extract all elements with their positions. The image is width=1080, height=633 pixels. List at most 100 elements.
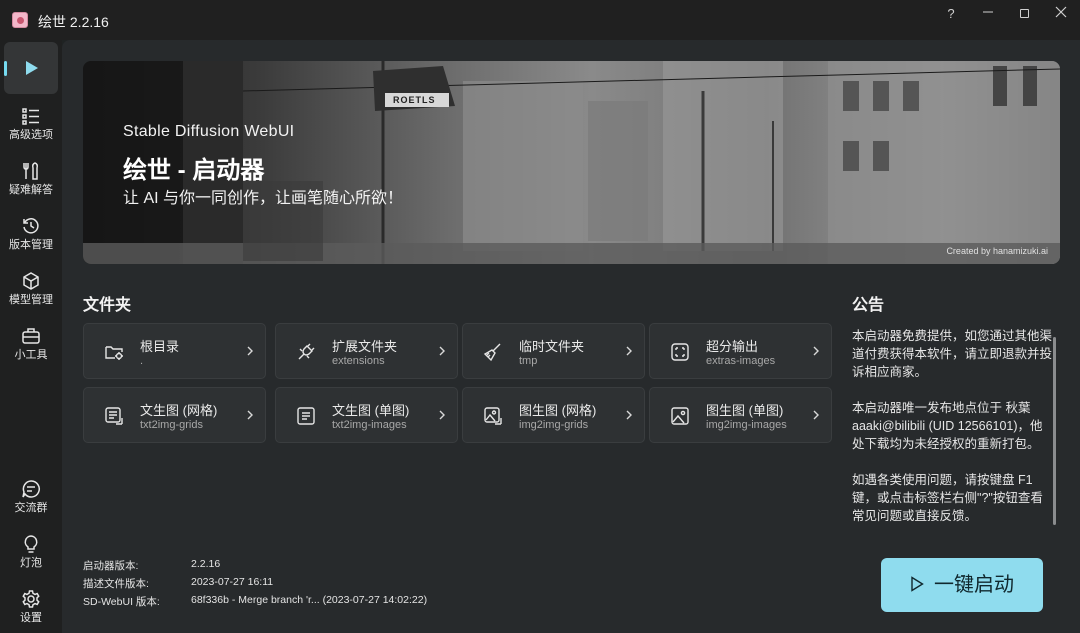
hero-banner: Stable Diffusion WebUI 绘世 - 启动器 让 AI 与你一… [83, 61, 1060, 264]
folder-card-img2img-images[interactable]: 图生图 (单图) img2img-images [649, 387, 832, 443]
notice-paragraph: 如遇各类使用问题，请按键盘 F1 键，或点击标签栏右侧"?"按钮查看常见问题或直… [852, 473, 1043, 523]
sidebar-item-label: 高级选项 [9, 129, 53, 141]
sidebar-item-versions[interactable]: 版本管理 [4, 208, 58, 260]
chevron-right-icon [813, 410, 819, 420]
list-icon [22, 108, 39, 125]
play-outline-icon [911, 576, 924, 592]
card-path: txt2img-grids [140, 419, 203, 431]
folder-card-extras[interactable]: 超分输出 extras-images [649, 323, 832, 379]
sidebar-item-tools[interactable]: 小工具 [4, 318, 58, 370]
card-path: extras-images [706, 355, 776, 367]
main-panel: Stable Diffusion WebUI 绘世 - 启动器 让 AI 与你一… [62, 40, 1080, 633]
sidebar-item-advanced[interactable]: 高级选项 [4, 98, 58, 150]
sidebar-item-launch[interactable] [4, 42, 58, 94]
sidebar-item-label: 灯泡 [20, 557, 42, 569]
image-grid-icon [484, 407, 502, 425]
sidebar-item-models[interactable]: 模型管理 [4, 263, 58, 315]
sidebar-item-troubleshoot[interactable]: 疑难解答 [4, 153, 58, 205]
notice-paragraph: 本启动器免费提供，如您通过其他渠道付费获得本软件，请立即退款并投诉相应商家。 [852, 329, 1053, 379]
notice-panel: 本启动器免费提供，如您通过其他渠道付费获得本软件，请立即退款并投诉相应商家。 本… [852, 327, 1052, 543]
card-title: 超分输出 [706, 339, 759, 354]
version-value: 68f336b - Merge branch 'r... (2023-07-27… [191, 594, 428, 606]
banner-title: 绘世 - 启动器 [123, 157, 265, 184]
card-title: 图生图 (单图) [706, 403, 784, 418]
card-path: txt2img-images [332, 419, 407, 431]
notice-scrollbar[interactable] [1053, 337, 1056, 525]
upscale-icon [671, 343, 689, 361]
bulb-icon [24, 535, 38, 553]
launch-button-label: 一键启动 [934, 574, 1014, 596]
card-path: . [140, 355, 144, 367]
history-icon [23, 218, 39, 234]
tools-icon [23, 162, 38, 180]
help-button[interactable]: ? [935, 4, 967, 24]
card-title: 临时文件夹 [519, 339, 585, 354]
text-grid-icon [105, 407, 123, 425]
chevron-right-icon [247, 346, 253, 356]
close-icon [1055, 6, 1067, 18]
toolbox-icon [22, 328, 40, 344]
sidebar-item-label: 设置 [20, 612, 42, 624]
card-title: 图生图 (网格) [519, 403, 597, 418]
folder-card-txt2img-grids[interactable]: 文生图 (网格) txt2img-grids [83, 387, 266, 443]
cube-icon [23, 272, 39, 290]
app-title: 绘世 2.2.16 [38, 14, 109, 30]
chevron-right-icon [439, 346, 445, 356]
chevron-right-icon [439, 410, 445, 420]
minimize-button[interactable] [972, 4, 1004, 24]
card-title: 文生图 (单图) [332, 403, 410, 418]
banner-credit: Created by hanamizuki.ai [946, 246, 1048, 256]
folder-card-txt2img-images[interactable]: 文生图 (单图) txt2img-images [275, 387, 458, 443]
maximize-button[interactable] [1008, 4, 1040, 24]
folder-card-tmp[interactable]: 临时文件夹 tmp [462, 323, 645, 379]
image-single-icon [671, 407, 689, 425]
folders-title: 文件夹 [83, 297, 132, 314]
chevron-right-icon [813, 346, 819, 356]
chevron-right-icon [626, 346, 632, 356]
version-value: 2.2.16 [191, 558, 221, 570]
banner-subtitle: Stable Diffusion WebUI [123, 123, 295, 140]
card-path: tmp [519, 355, 538, 367]
plug-icon [298, 343, 315, 360]
text-image-icon [297, 407, 315, 425]
sidebar-item-label: 小工具 [14, 349, 48, 361]
launch-button[interactable]: 一键启动 [881, 558, 1043, 612]
sidebar-item-bulb[interactable]: 灯泡 [4, 526, 58, 578]
sidebar-item-label: 模型管理 [9, 294, 53, 306]
banner-slogan: 让 AI 与你一同创作，让画笔随心所欲！ [123, 190, 404, 207]
folder-card-root[interactable]: 根目录 . [83, 323, 266, 379]
version-value: 2023-07-27 16:11 [191, 576, 274, 588]
version-key: SD-WebUI 版本: [83, 596, 160, 608]
version-key: 启动器版本: [83, 560, 139, 572]
title-bar: 绘世 2.2.16 ? [0, 0, 1080, 40]
card-title: 扩展文件夹 [332, 339, 398, 354]
card-path: img2img-grids [519, 419, 589, 431]
version-key: 描述文件版本: [83, 578, 149, 590]
launcher-window: 绘世 2.2.16 ? 高级选项 疑难解答 版本管理 模型管理 小工具 交流群 … [0, 0, 1080, 633]
sidebar: 高级选项 疑难解答 版本管理 模型管理 小工具 交流群 灯泡 设置 [0, 40, 62, 633]
active-indicator [4, 61, 7, 76]
folder-settings-icon [105, 346, 123, 360]
play-icon [26, 61, 38, 75]
chat-icon [22, 480, 40, 498]
card-title: 文生图 (网格) [140, 403, 218, 418]
card-title: 根目录 [140, 339, 180, 354]
minimize-icon [983, 11, 993, 13]
card-path: extensions [332, 355, 385, 367]
folder-card-extensions[interactable]: 扩展文件夹 extensions [275, 323, 458, 379]
folder-card-img2img-grids[interactable]: 图生图 (网格) img2img-grids [462, 387, 645, 443]
notice-title: 公告 [852, 297, 885, 314]
close-button[interactable] [1045, 4, 1077, 24]
chevron-right-icon [247, 410, 253, 420]
card-path: img2img-images [706, 419, 787, 431]
chevron-right-icon [626, 410, 632, 420]
app-logo-icon [12, 12, 28, 28]
notice-paragraph: 本启动器唯一发布地点位于 秋葉aaaki@bilibili (UID 12566… [852, 401, 1043, 451]
sidebar-item-label: 版本管理 [9, 239, 53, 251]
maximize-icon [1019, 9, 1029, 18]
gear-icon [22, 590, 40, 608]
sidebar-item-settings[interactable]: 设置 [4, 581, 58, 633]
sidebar-item-label: 疑难解答 [9, 184, 53, 196]
street-sign-text: ROETLS [393, 95, 436, 105]
sidebar-item-community[interactable]: 交流群 [4, 471, 58, 523]
